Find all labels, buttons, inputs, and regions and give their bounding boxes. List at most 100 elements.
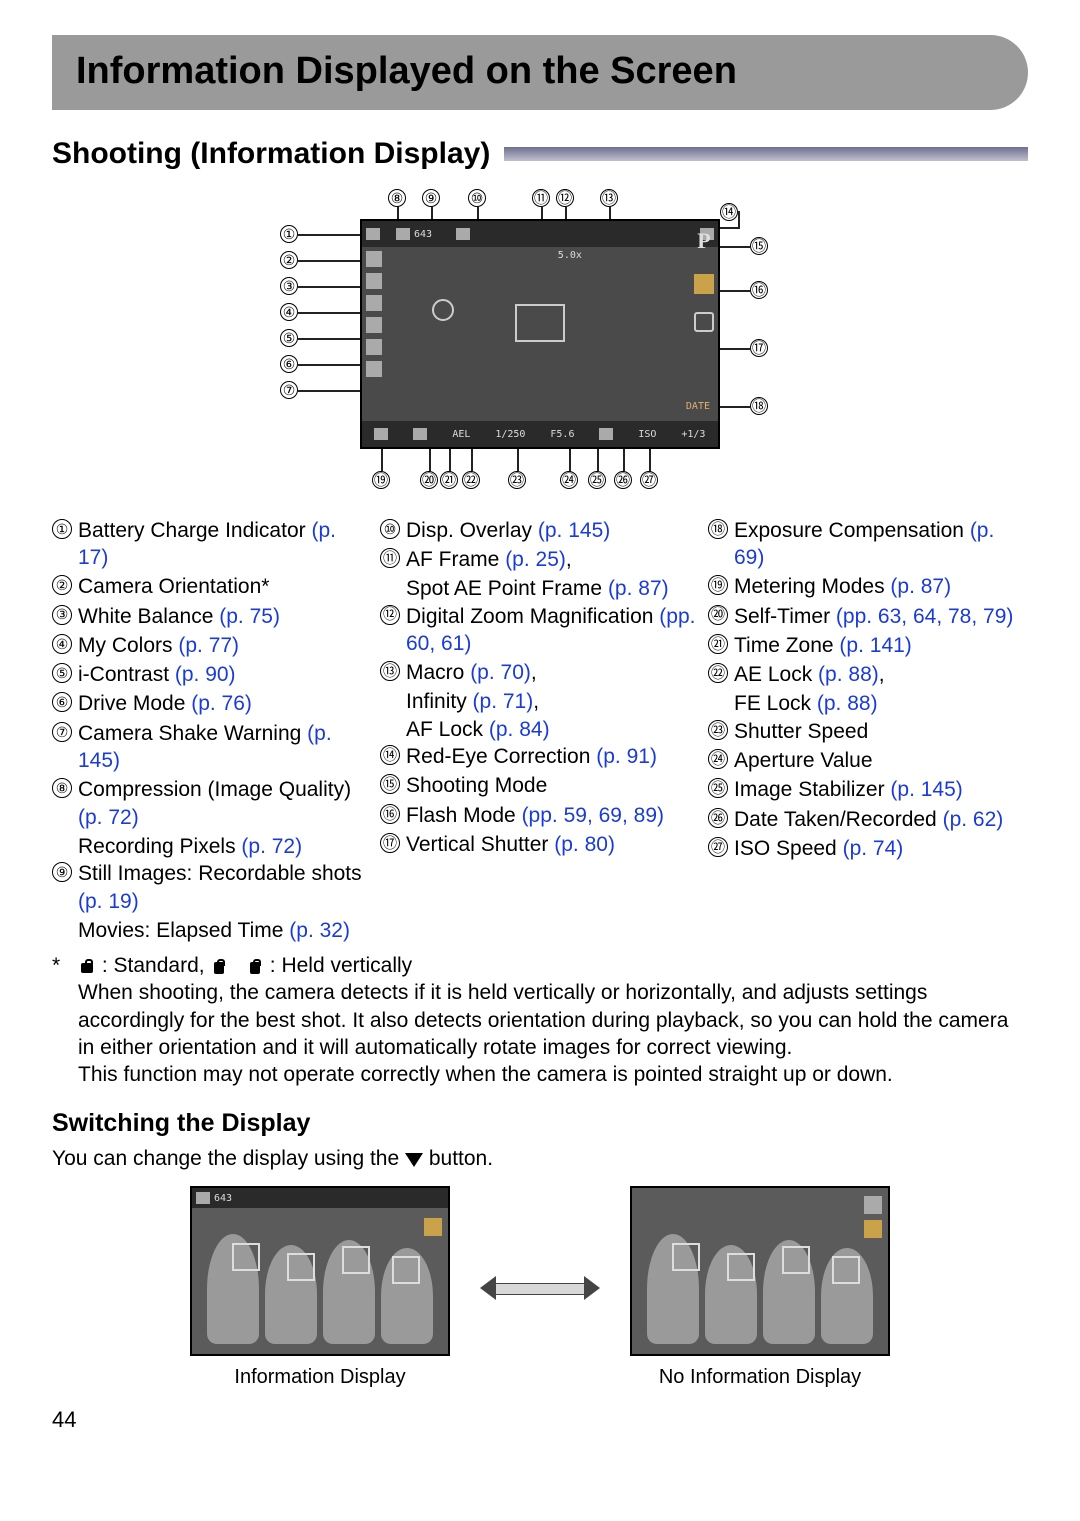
- page-number: 44: [52, 1406, 1028, 1435]
- aperture-value: F5.6: [550, 428, 574, 441]
- callout-9: ⑨: [422, 189, 440, 207]
- legend-item: ㉗ISO Speed (p. 74): [708, 835, 1028, 862]
- orientation-key-line: : Standard, : Held vertically: [78, 952, 1028, 979]
- legend-item: ⑤i-Contrast (p. 90): [52, 661, 372, 688]
- compression-icon: [396, 228, 410, 240]
- legend-number: ㉑: [708, 634, 728, 654]
- page-ref[interactable]: (p. 71): [473, 690, 534, 713]
- callout-26: ㉖: [614, 471, 632, 489]
- icontrast-icon: [366, 317, 382, 333]
- section-title: Shooting (Information Display): [52, 134, 490, 173]
- page-ref[interactable]: (p. 76): [191, 692, 252, 715]
- orientation-note-body-1: When shooting, the camera detects if it …: [78, 979, 1028, 1061]
- page-ref[interactable]: (p. 88): [817, 692, 878, 715]
- page-ref[interactable]: (p. 87): [890, 575, 951, 598]
- page-ref[interactable]: (p. 87): [608, 577, 669, 600]
- page-ref[interactable]: (p. 32): [289, 919, 350, 942]
- overlay-icon: [456, 228, 470, 240]
- legend-subline: Recording Pixels (p. 72): [52, 833, 372, 860]
- legend-item: ㉖Date Taken/Recorded (p. 62): [708, 806, 1028, 833]
- thumb-no-info-display: [630, 1186, 890, 1356]
- page-ref[interactable]: (p. 80): [554, 833, 615, 856]
- af-frame: [515, 304, 565, 342]
- legend-text: Shooting Mode: [406, 772, 700, 799]
- legend-text: Macro (p. 70),: [406, 659, 700, 686]
- callout-24: ㉔: [560, 471, 578, 489]
- page-ref[interactable]: (p. 17): [78, 519, 336, 569]
- callout-27: ㉗: [640, 471, 658, 489]
- page-ref[interactable]: (p. 72): [241, 835, 302, 858]
- legend-text: Drive Mode (p. 76): [78, 690, 372, 717]
- callout-8: ⑧: [388, 189, 406, 207]
- legend-number: ㉔: [708, 749, 728, 769]
- page-ref[interactable]: (p. 62): [943, 808, 1004, 831]
- iso-label: ISO: [638, 428, 656, 441]
- page-ref[interactable]: (p. 91): [596, 745, 657, 768]
- legend-number: ㉗: [708, 837, 728, 857]
- legend-item: ⑬Macro (p. 70),: [380, 659, 700, 686]
- legend-subline: Movies: Elapsed Time (p. 32): [52, 917, 372, 944]
- self-timer-icon: [432, 299, 454, 321]
- thumb-label-noinfo: No Information Display: [630, 1364, 890, 1390]
- legend-item: ⑨Still Images: Recordable shots (p. 19): [52, 860, 372, 915]
- legend-item: ⑲Metering Modes (p. 87): [708, 573, 1028, 600]
- legend-text: AE Lock (p. 88),: [734, 661, 1028, 688]
- standard-label: : Standard,: [102, 954, 211, 977]
- callout-4: ④: [280, 303, 298, 321]
- page-ref[interactable]: (p. 77): [178, 634, 239, 657]
- legend-subline: AF Lock (p. 84): [380, 716, 700, 743]
- page-ref[interactable]: (p. 75): [219, 605, 280, 628]
- page-ref[interactable]: (p. 74): [843, 837, 904, 860]
- page-ref[interactable]: (p. 141): [839, 634, 911, 657]
- legend-subline: FE Lock (p. 88): [708, 690, 1028, 717]
- camera-standard-icon: [78, 957, 96, 975]
- page-ref[interactable]: (p. 25): [505, 548, 566, 571]
- callout-16: ⑯: [750, 281, 768, 299]
- legend-item: ㉑ Time Zone (p. 141): [708, 632, 1028, 659]
- double-arrow-icon: [480, 1276, 600, 1300]
- page-ref[interactable]: (pp. 60, 61): [406, 605, 695, 655]
- legend-text: Time Zone (p. 141): [734, 632, 1028, 659]
- page-ref[interactable]: (p. 88): [818, 663, 879, 686]
- callout-3: ③: [280, 277, 298, 295]
- battery-icon: [366, 228, 380, 240]
- legend-number: ④: [52, 634, 72, 654]
- callout-23: ㉓: [508, 471, 526, 489]
- page-ref[interactable]: (p. 84): [489, 718, 550, 741]
- legend-number: ㉒: [708, 663, 728, 683]
- legend-text: Exposure Compensation (p. 69): [734, 517, 1028, 572]
- page-ref[interactable]: (p. 19): [78, 890, 139, 913]
- metering-icon: [374, 428, 388, 440]
- page-ref[interactable]: (p. 145): [890, 778, 962, 801]
- legend-item: ⑫Digital Zoom Magnification (pp. 60, 61): [380, 603, 700, 658]
- legend-text: Digital Zoom Magnification (pp. 60, 61): [406, 603, 700, 658]
- page-ref[interactable]: (p. 145): [538, 519, 610, 542]
- callout-6: ⑥: [280, 355, 298, 373]
- page-ref[interactable]: (pp. 63, 64, 78, 79): [836, 605, 1013, 628]
- page-title-bar: Information Displayed on the Screen: [52, 35, 1028, 110]
- page-ref[interactable]: (p. 90): [175, 663, 236, 686]
- down-button-icon: [405, 1153, 423, 1167]
- held-vertically-label: : Held vertically: [270, 954, 412, 977]
- page-ref[interactable]: (p. 145): [78, 722, 332, 772]
- legend-columns: ①Battery Charge Indicator (p. 17)②Camera…: [52, 517, 1028, 944]
- page-ref[interactable]: (p. 69): [734, 519, 994, 569]
- legend-number: ⑰: [380, 833, 400, 853]
- legend-subline: Spot AE Point Frame (p. 87): [380, 575, 700, 602]
- legend-item: ㉒ AE Lock (p. 88),: [708, 661, 1028, 688]
- legend-text: AF Frame (p. 25),: [406, 546, 700, 573]
- callout-22: ㉒: [462, 471, 480, 489]
- mycolors-icon: [366, 295, 382, 311]
- legend-number: ㉕: [708, 778, 728, 798]
- screen-diagram: ① ② ③ ④ ⑤ ⑥ ⑦ ⑧ ⑨ ⑩ ⑪ ⑫ ⑬ ⑭ ⑮ ⑯ ⑰ ⑱: [52, 189, 1028, 506]
- callout-20: ⑳: [420, 471, 438, 489]
- shots-remaining: 643: [414, 228, 432, 241]
- page-ref[interactable]: (pp. 59, 69, 89): [522, 804, 664, 827]
- page-ref[interactable]: (p. 70): [470, 661, 531, 684]
- legend-item: ⑩Disp. Overlay (p. 145): [380, 517, 700, 544]
- page-ref[interactable]: (p. 72): [78, 806, 139, 829]
- legend-subline: Infinity (p. 71),: [380, 688, 700, 715]
- legend-number: ①: [52, 519, 72, 539]
- legend-item: ⑳Self-Timer (pp. 63, 64, 78, 79): [708, 603, 1028, 630]
- camera-lcd-mock: 643 P 5.0x DATE: [360, 219, 720, 449]
